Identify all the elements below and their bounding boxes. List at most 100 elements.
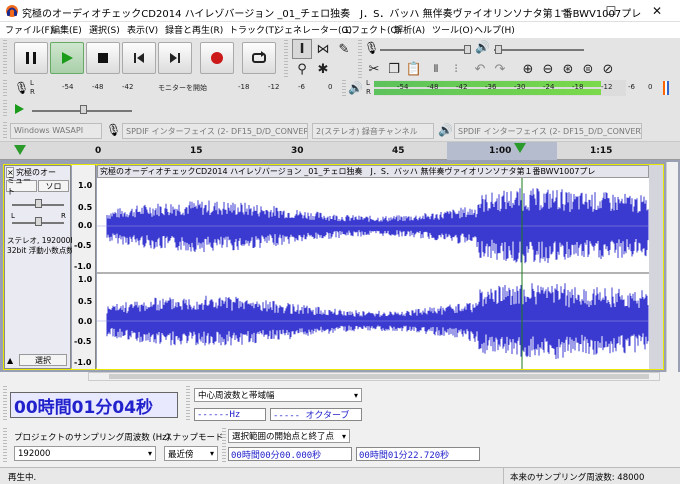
redo-button[interactable]: ↷: [490, 59, 510, 79]
toolbar-grip[interactable]: [3, 100, 7, 118]
redo-icon: ↷: [494, 61, 506, 77]
host-select[interactable]: Windows WASAPI: [10, 123, 102, 139]
zoom-out-icon: ⊖: [542, 61, 554, 77]
playback-device-select[interactable]: SPDIF インターフェイス (2- DF15_D/D_CONVERTI: [454, 123, 642, 139]
audacity-logo-icon: [6, 5, 18, 17]
project-rate-select[interactable]: 192000: [14, 446, 156, 461]
maximize-icon[interactable]: ☐: [588, 0, 634, 22]
toolbar-grip[interactable]: [3, 40, 7, 76]
spectral-selection-format[interactable]: 中心周波数と帯域幅: [194, 388, 362, 402]
meter-tick: -48: [427, 83, 439, 91]
meter-tick: 0: [328, 83, 333, 91]
copy-button[interactable]: ❐: [384, 59, 404, 79]
trim-button[interactable]: ⫴: [426, 59, 446, 79]
waveform-display[interactable]: [97, 178, 649, 369]
loop-button[interactable]: [242, 42, 276, 74]
fit-project-button[interactable]: ⊜: [578, 59, 598, 79]
pause-button[interactable]: [14, 42, 48, 74]
menu-transport[interactable]: 録音と再生(R): [165, 23, 223, 36]
zoom-in-button[interactable]: ⊕: [518, 59, 538, 79]
skip-end-button[interactable]: [158, 42, 192, 74]
recording-volume-slider[interactable]: [380, 49, 470, 51]
toolbar-grip[interactable]: [3, 428, 7, 464]
solo-button[interactable]: ソロ: [38, 180, 69, 192]
meter-channel-l: L: [30, 79, 34, 87]
paste-button[interactable]: 📋: [404, 59, 424, 79]
selection-start-field[interactable]: 00時間00分00.000秒: [228, 447, 352, 461]
toolbar-grip[interactable]: [342, 80, 346, 98]
zoom-toggle-button[interactable]: ⊘: [598, 59, 618, 79]
pin-head-icon[interactable]: [14, 145, 26, 155]
meter-tick: -54: [397, 83, 409, 91]
close-icon[interactable]: ✕: [634, 0, 680, 22]
menu-generate[interactable]: ジェネレーター(G): [275, 23, 352, 36]
draw-tool[interactable]: ✎: [334, 39, 354, 59]
toolbar-grip[interactable]: [3, 386, 7, 422]
undo-button[interactable]: ↶: [470, 59, 490, 79]
menu-tracks[interactable]: トラック(T): [229, 23, 278, 36]
timeline-ruler[interactable]: 0 15 30 45 1:00 1:15: [0, 142, 680, 160]
cut-button[interactable]: ✂: [364, 59, 384, 79]
meter-channel-r: R: [30, 88, 35, 96]
toolbar-grip[interactable]: [222, 428, 226, 464]
bandwidth-field[interactable]: ----- オクターブ: [270, 408, 362, 421]
menu-edit[interactable]: 編集(E): [51, 23, 82, 36]
toolbar-grip[interactable]: [358, 59, 362, 79]
toolbar-grip[interactable]: [358, 40, 362, 58]
center-frequency-field[interactable]: ------Hz: [194, 408, 266, 421]
selection-end-field[interactable]: 00時間01分22.720秒: [356, 447, 480, 461]
gain-knob[interactable]: [35, 199, 42, 208]
loop-icon: [252, 51, 266, 63]
microphone-icon: 🎙: [106, 123, 122, 137]
clip-title[interactable]: 究極のオーディオチェックCD2014 ハイレゾバージョン _01_チェロ独奏 J…: [97, 165, 649, 178]
time-display[interactable]: 00時間01分04秒: [10, 392, 178, 418]
meter-tick: -48: [92, 83, 104, 91]
menu-effect[interactable]: エフェクト(C): [342, 23, 400, 36]
recording-device-select[interactable]: SPDIF インターフェイス (2- DF15_D/D_CONVERTI: [122, 123, 308, 139]
snap-mode-select[interactable]: 最近傍: [164, 446, 218, 461]
play-button[interactable]: [50, 42, 84, 74]
scissors-icon: ✂: [368, 61, 380, 77]
horizontal-scrollbar[interactable]: [88, 372, 660, 381]
toolbar-grip[interactable]: [3, 122, 7, 140]
minimize-icon[interactable]: ─: [542, 0, 588, 22]
menu-tools[interactable]: ツール(O): [432, 23, 473, 36]
playback-volume-slider[interactable]: [494, 49, 584, 51]
play-speed-knob[interactable]: [80, 105, 87, 114]
zoom-out-button[interactable]: ⊖: [538, 59, 558, 79]
menu-analyze[interactable]: 解析(A): [394, 23, 425, 36]
record-button[interactable]: [200, 42, 234, 74]
menu-select[interactable]: 選択(S): [89, 23, 120, 36]
stop-button[interactable]: [86, 42, 120, 74]
horizontal-scroll-thumb[interactable]: [109, 374, 649, 379]
collapse-icon[interactable]: ▲: [7, 356, 13, 365]
recording-volume-knob[interactable]: [464, 45, 471, 54]
play-at-speed-button[interactable]: [12, 101, 26, 117]
speaker-icon: 🔊: [348, 81, 363, 95]
fit-selection-button[interactable]: ⊛: [558, 59, 578, 79]
vertical-scrollbar[interactable]: [666, 162, 678, 372]
undo-icon: ↶: [474, 61, 486, 77]
menu-help[interactable]: ヘルプ(H): [474, 23, 515, 36]
select-track-button[interactable]: 選択: [19, 354, 67, 366]
menu-view[interactable]: 表示(V): [127, 23, 158, 36]
playback-volume-knob[interactable]: [495, 45, 502, 54]
ruler-label: 15: [190, 146, 203, 156]
zoom-tool[interactable]: ⚲: [292, 59, 312, 79]
mute-button[interactable]: ミュート: [6, 176, 37, 196]
silence-button[interactable]: ⫶: [446, 59, 466, 79]
envelope-tool[interactable]: ⋈: [313, 39, 333, 59]
multi-tool[interactable]: ✱: [313, 59, 333, 79]
recording-channels-select[interactable]: 2(ステレオ) 録音チャンネル: [312, 123, 434, 139]
selection-tool[interactable]: I: [292, 39, 312, 59]
toolbar-grip[interactable]: [186, 386, 190, 422]
menu-file[interactable]: ファイル(F): [5, 23, 53, 36]
amplitude-label: -1.0: [74, 358, 92, 367]
monitor-start-label[interactable]: モニターを開始: [158, 83, 207, 93]
skip-start-button[interactable]: [122, 42, 156, 74]
selection-format-select[interactable]: 選択範囲の開始点と終了点: [228, 429, 350, 443]
toolbar-grip[interactable]: [3, 80, 7, 98]
pan-knob[interactable]: [35, 217, 42, 226]
multi-tool-icon: ✱: [317, 61, 329, 77]
toolbar-grip[interactable]: [284, 40, 288, 78]
